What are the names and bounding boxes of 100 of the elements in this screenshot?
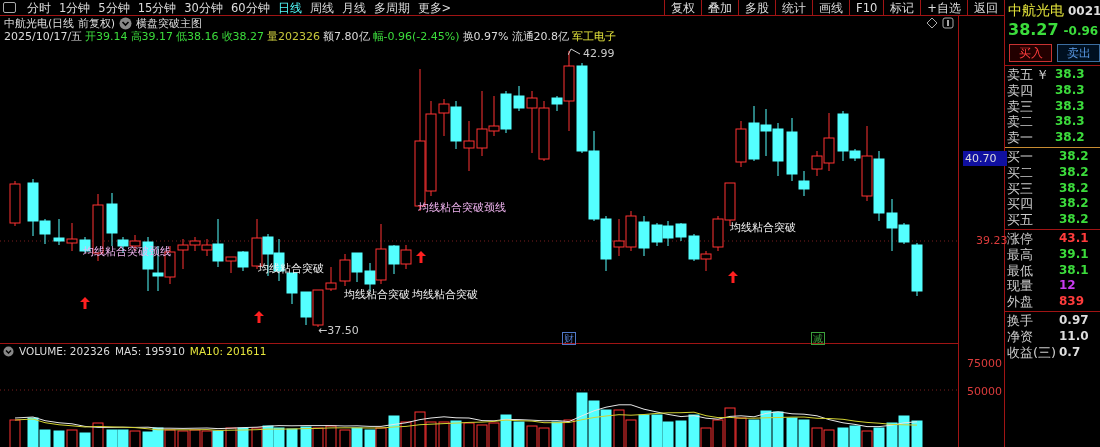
period-tab[interactable]: 多周期: [370, 0, 415, 15]
order-price: 38.3: [1055, 67, 1085, 83]
candlestick: [772, 122, 784, 177]
volume-bar: [748, 419, 760, 447]
price-change: -0.96: [1063, 24, 1099, 38]
toolbar-button[interactable]: +自选: [920, 0, 967, 15]
volume-bar: [142, 431, 154, 447]
period-tab[interactable]: 更多>: [414, 0, 457, 15]
toolbar-button[interactable]: 返回: [967, 0, 1004, 15]
period-tab[interactable]: 日线: [274, 0, 307, 15]
stat-label: 外盘: [1007, 294, 1034, 310]
stat-label: 换手: [1007, 312, 1034, 329]
signal-label: 均线粘合突破颈线: [418, 201, 506, 214]
volume-bar: [651, 414, 663, 447]
toolbar-button[interactable]: F10: [849, 0, 884, 15]
quote-value: 额7.80亿: [323, 30, 370, 43]
volume-bar: [786, 417, 798, 447]
order-label: 卖一: [1007, 130, 1033, 146]
signal-label: 均线粘合突破: [730, 221, 796, 234]
panel-toggle-icon[interactable]: [3, 2, 16, 13]
period-tab[interactable]: 5分钟: [95, 0, 135, 15]
candlestick: [662, 220, 674, 247]
dropdown-icon[interactable]: [3, 345, 14, 357]
event-marker[interactable]: 财: [562, 332, 576, 345]
leader-line: [568, 48, 580, 56]
dropdown-icon[interactable]: [119, 16, 133, 30]
volume-bar: [500, 414, 512, 447]
volume-axis-label: 75000: [967, 357, 1002, 370]
volume-bar: [760, 410, 772, 447]
event-marker[interactable]: 减: [811, 332, 825, 345]
currency-symbol: ￥: [1036, 67, 1050, 83]
diamond-icon[interactable]: [926, 17, 938, 29]
volume-bar: [189, 429, 201, 447]
toolbar-button[interactable]: 多股: [738, 0, 776, 15]
toolbar-button[interactable]: 画线: [812, 0, 850, 15]
volume-bar: [152, 427, 164, 447]
quote-value: 2025/10/17/五: [4, 30, 83, 43]
volume-axis-label: 50000: [967, 385, 1002, 398]
toolbar-button[interactable]: 标记: [883, 0, 921, 15]
volume-bar: [849, 425, 861, 447]
toggle-icon[interactable]: [942, 17, 954, 29]
sell-button[interactable]: 卖出: [1057, 44, 1100, 62]
quote-value: 军工电子: [572, 30, 617, 43]
up-arrow-icon: [254, 311, 264, 323]
stat-value: 0.97: [1059, 312, 1089, 329]
candlestick: [237, 250, 249, 272]
volume-bar: [351, 427, 363, 447]
stat-label: 最低: [1007, 262, 1034, 279]
candlestick: [9, 180, 21, 227]
volume-bar: [201, 430, 213, 447]
volume-bar: [286, 428, 298, 447]
period-tab[interactable]: 月线: [338, 0, 371, 15]
order-label: 卖三: [1007, 98, 1033, 115]
order-label: 卖四: [1007, 82, 1033, 99]
volume-bar: [588, 400, 600, 447]
order-label: 卖五: [1007, 67, 1033, 83]
volume-bar: [638, 414, 650, 447]
order-price: 38.2: [1059, 212, 1089, 228]
last-price: 38.27: [1008, 20, 1059, 39]
quote-value: 低38.16: [176, 30, 219, 43]
order-price: 38.3: [1055, 82, 1085, 99]
candlestick: [53, 218, 65, 246]
order-price: 38.2: [1059, 180, 1089, 197]
period-tab[interactable]: 周线: [306, 0, 339, 15]
candlestick: [286, 272, 298, 305]
volume-bar: [600, 409, 612, 447]
candlestick: [625, 210, 637, 252]
quote-value: 开39.14: [85, 30, 128, 43]
candlestick: [760, 108, 772, 157]
volume-bar: [873, 427, 885, 447]
volume-bar: [273, 427, 285, 447]
order-price: 38.3: [1055, 98, 1085, 115]
volume-bar: [53, 430, 65, 447]
candlestick: [873, 150, 885, 222]
signal-label: 均线粘合突破: [258, 262, 324, 275]
period-tab[interactable]: 15分钟: [134, 0, 182, 15]
stat-label: 现量: [1007, 278, 1034, 295]
stock-code: 0021: [1068, 4, 1100, 18]
volume-bar: [237, 427, 249, 447]
volume-bar: [262, 425, 274, 447]
volume-bar: [898, 415, 910, 447]
buy-button[interactable]: 买入: [1009, 44, 1052, 62]
period-tab[interactable]: 60分钟: [227, 0, 275, 15]
toolbar-button[interactable]: 统计: [775, 0, 813, 15]
order-price: 38.3: [1055, 114, 1085, 131]
stat-value: 839: [1059, 294, 1085, 310]
volume-bar: [364, 429, 376, 447]
candlestick: [748, 105, 760, 162]
toolbar-button[interactable]: 叠加: [701, 0, 739, 15]
volume-bar: [675, 420, 687, 447]
period-tab[interactable]: 30分钟: [181, 0, 228, 15]
stat-value: 11.0: [1059, 328, 1089, 345]
low-price-label: ←37.50: [318, 324, 359, 337]
period-tab[interactable]: 分时: [24, 0, 56, 15]
period-tab[interactable]: 1分钟: [56, 0, 96, 15]
stat-label: 收益(三): [1007, 344, 1058, 361]
volume-bar: [117, 429, 129, 447]
toolbar-button[interactable]: 复权: [664, 0, 702, 15]
order-price: 38.2: [1055, 130, 1085, 146]
stat-value: 43.1: [1059, 230, 1089, 247]
